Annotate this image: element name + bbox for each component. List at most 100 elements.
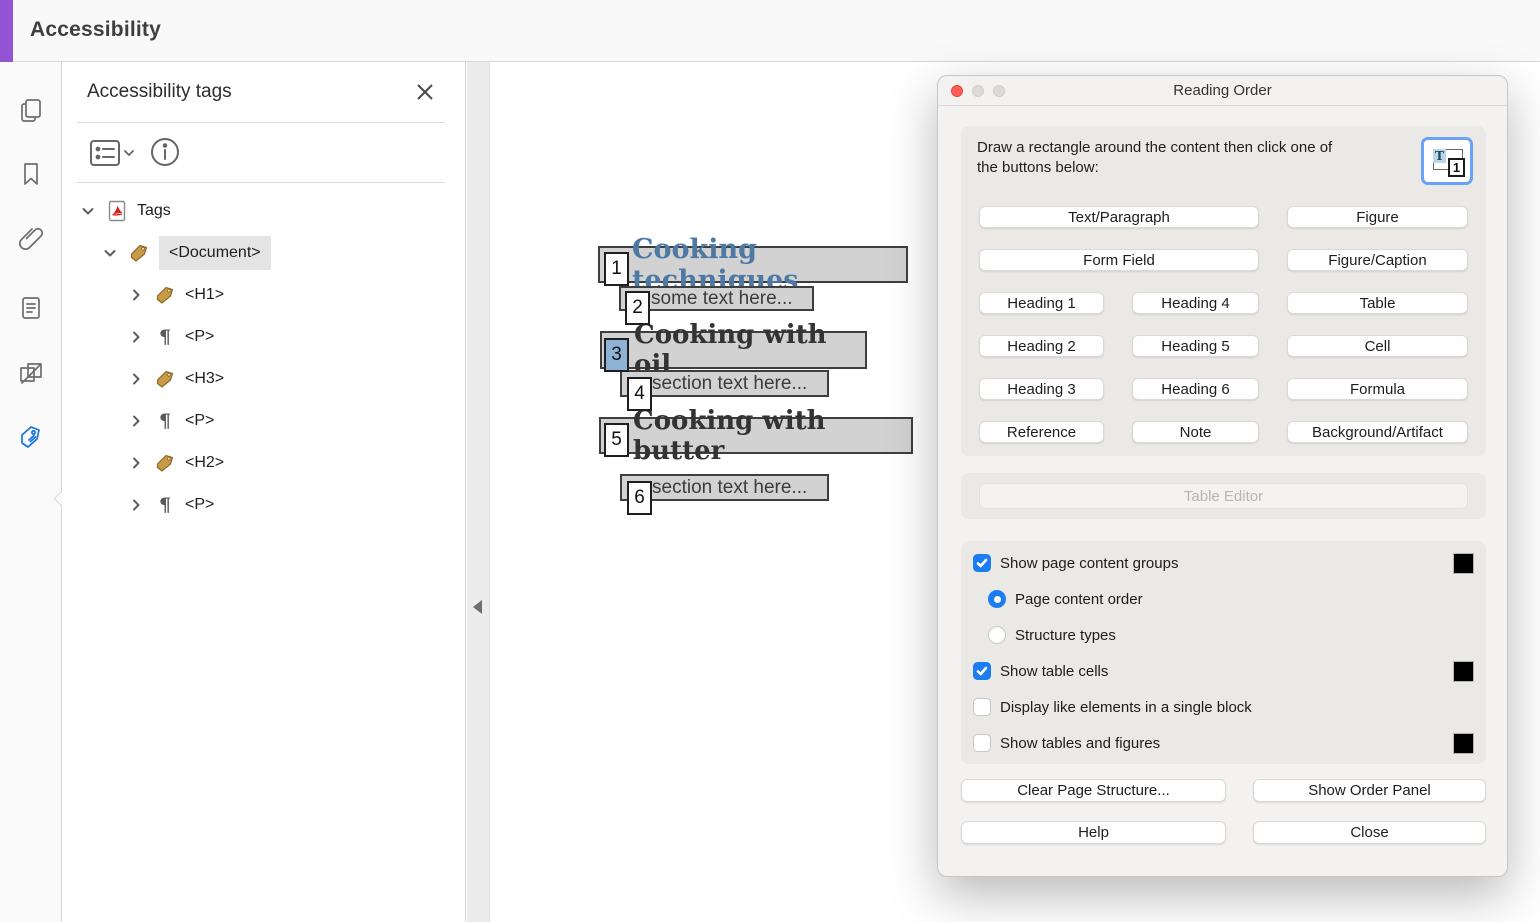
tree-item-document[interactable]: <Document> <box>63 232 465 274</box>
content-group-h1[interactable]: Cooking techniques <box>598 246 908 283</box>
paragraph-icon: ¶ <box>155 411 175 431</box>
background-artifact-button[interactable]: Background/Artifact <box>1287 421 1468 443</box>
heading-6-button[interactable]: Heading 6 <box>1132 378 1259 400</box>
color-swatch[interactable] <box>1453 733 1474 754</box>
option-display-like-elements: Display like elements in a single block <box>973 697 1474 717</box>
divider <box>77 122 445 123</box>
show-order-panel-button[interactable]: Show Order Panel <box>1253 779 1486 802</box>
minimize-window-icon[interactable] <box>972 85 984 97</box>
tree-item-p[interactable]: ¶ <P> <box>63 316 465 358</box>
app-window: Accessibility Accessibility tags <box>0 0 1540 922</box>
reading-order-badge[interactable]: 6 <box>627 481 652 515</box>
close-icon[interactable] <box>415 82 435 102</box>
paragraph-icon: ¶ <box>155 327 175 347</box>
reading-order-badge[interactable]: 5 <box>604 423 629 457</box>
tree-item-p[interactable]: ¶ <P> <box>63 400 465 442</box>
zoom-window-icon[interactable] <box>993 85 1005 97</box>
checkbox-checked[interactable] <box>973 554 991 572</box>
heading-4-button[interactable]: Heading 4 <box>1132 292 1259 314</box>
help-button[interactable]: Help <box>961 821 1226 844</box>
dialog-titlebar[interactable]: Reading Order <box>938 76 1507 106</box>
reference-button[interactable]: Reference <box>979 421 1104 443</box>
tree-item-label[interactable]: <Document> <box>159 236 271 270</box>
heading-2-button[interactable]: Heading 2 <box>979 335 1104 357</box>
list-options-icon[interactable] <box>89 138 135 168</box>
option-label: Display like elements in a single block <box>1000 699 1252 716</box>
cell-button[interactable]: Cell <box>1287 335 1468 357</box>
reading-order-badge[interactable]: 2 <box>625 291 650 325</box>
paragraph-icon: ¶ <box>155 495 175 515</box>
note-button[interactable]: Note <box>1132 421 1259 443</box>
content-text: some text here... <box>651 288 793 310</box>
collapse-panel-icon[interactable] <box>473 600 482 614</box>
tree-item-label[interactable]: Tags <box>137 202 171 220</box>
radio-unselected[interactable] <box>988 626 1006 644</box>
radio-selected[interactable] <box>988 590 1006 608</box>
table-button[interactable]: Table <box>1287 292 1468 314</box>
info-icon[interactable] <box>149 136 181 168</box>
reading-order-dialog: Reading Order Draw a rectangle around th… <box>937 75 1508 877</box>
pdf-file-icon <box>107 201 127 221</box>
heading-3-button[interactable]: Heading 3 <box>979 378 1104 400</box>
reading-order-badge[interactable]: 4 <box>627 377 652 411</box>
content-edit-icon[interactable] <box>17 359 45 387</box>
display-options-group: Show page content groups Page content or… <box>961 541 1486 764</box>
formula-button[interactable]: Formula <box>1287 378 1468 400</box>
close-window-icon[interactable] <box>951 85 963 97</box>
tree-item-tags-root[interactable]: Tags <box>63 190 465 232</box>
tag-icon <box>155 285 175 305</box>
tree-item-h3[interactable]: <H3> <box>63 358 465 400</box>
text-paragraph-button[interactable]: Text/Paragraph <box>979 206 1259 228</box>
page-title: Accessibility <box>30 18 161 42</box>
page-thumbnails-icon[interactable] <box>17 294 45 322</box>
form-field-button[interactable]: Form Field <box>979 249 1259 271</box>
tags-tree: Tags <Document> <H1> ¶ <box>63 190 465 526</box>
heading-5-button[interactable]: Heading 5 <box>1132 335 1259 357</box>
chevron-down-icon[interactable] <box>81 204 95 218</box>
figure-button[interactable]: Figure <box>1287 206 1468 228</box>
option-label: Structure types <box>1015 627 1116 644</box>
page-copies-icon[interactable] <box>17 96 45 124</box>
color-swatch[interactable] <box>1453 553 1474 574</box>
chevron-right-icon[interactable] <box>129 498 143 512</box>
option-label: Page content order <box>1015 591 1143 608</box>
tree-item-label[interactable]: <P> <box>185 328 214 346</box>
color-swatch[interactable] <box>1453 661 1474 682</box>
tree-item-label[interactable]: <H3> <box>185 370 224 388</box>
bookmarks-icon[interactable] <box>17 160 45 188</box>
tree-item-label[interactable]: <H2> <box>185 454 224 472</box>
figure-caption-button[interactable]: Figure/Caption <box>1287 249 1468 271</box>
tag-icon <box>129 243 149 263</box>
checkbox-unchecked[interactable] <box>973 734 991 752</box>
panel-splitter[interactable] <box>467 62 490 922</box>
chevron-down-icon[interactable] <box>103 246 117 260</box>
table-editor-group: Table Editor <box>961 473 1486 519</box>
chevron-right-icon[interactable] <box>129 330 143 344</box>
heading-1-button[interactable]: Heading 1 <box>979 292 1104 314</box>
checkbox-checked[interactable] <box>973 662 991 680</box>
divider <box>77 182 445 183</box>
clear-page-structure-button[interactable]: Clear Page Structure... <box>961 779 1226 802</box>
tree-item-h1[interactable]: <H1> <box>63 274 465 316</box>
option-label: Show tables and figures <box>1000 735 1160 752</box>
tree-item-label[interactable]: <P> <box>185 496 214 514</box>
accessibility-tags-icon[interactable] <box>17 423 45 451</box>
tag-icon <box>155 369 175 389</box>
reading-order-badge[interactable]: 1 <box>604 252 629 286</box>
option-structure-types: Structure types <box>988 625 1474 645</box>
tree-item-p[interactable]: ¶ <P> <box>63 484 465 526</box>
chevron-right-icon[interactable] <box>129 456 143 470</box>
content-group-h2[interactable]: Cooking with butter <box>599 417 913 454</box>
tree-item-h2[interactable]: <H2> <box>63 442 465 484</box>
tree-item-label[interactable]: <H1> <box>185 286 224 304</box>
chevron-right-icon[interactable] <box>129 414 143 428</box>
close-button[interactable]: Close <box>1253 821 1486 844</box>
checkbox-unchecked[interactable] <box>973 698 991 716</box>
chevron-right-icon[interactable] <box>129 372 143 386</box>
chevron-right-icon[interactable] <box>129 288 143 302</box>
attachments-icon[interactable] <box>17 224 45 252</box>
reading-order-badge-selected[interactable]: 3 <box>604 338 629 372</box>
content-text: Cooking with butter <box>633 406 911 466</box>
content-group-h3[interactable]: Cooking with oil <box>600 331 867 369</box>
tree-item-label[interactable]: <P> <box>185 412 214 430</box>
